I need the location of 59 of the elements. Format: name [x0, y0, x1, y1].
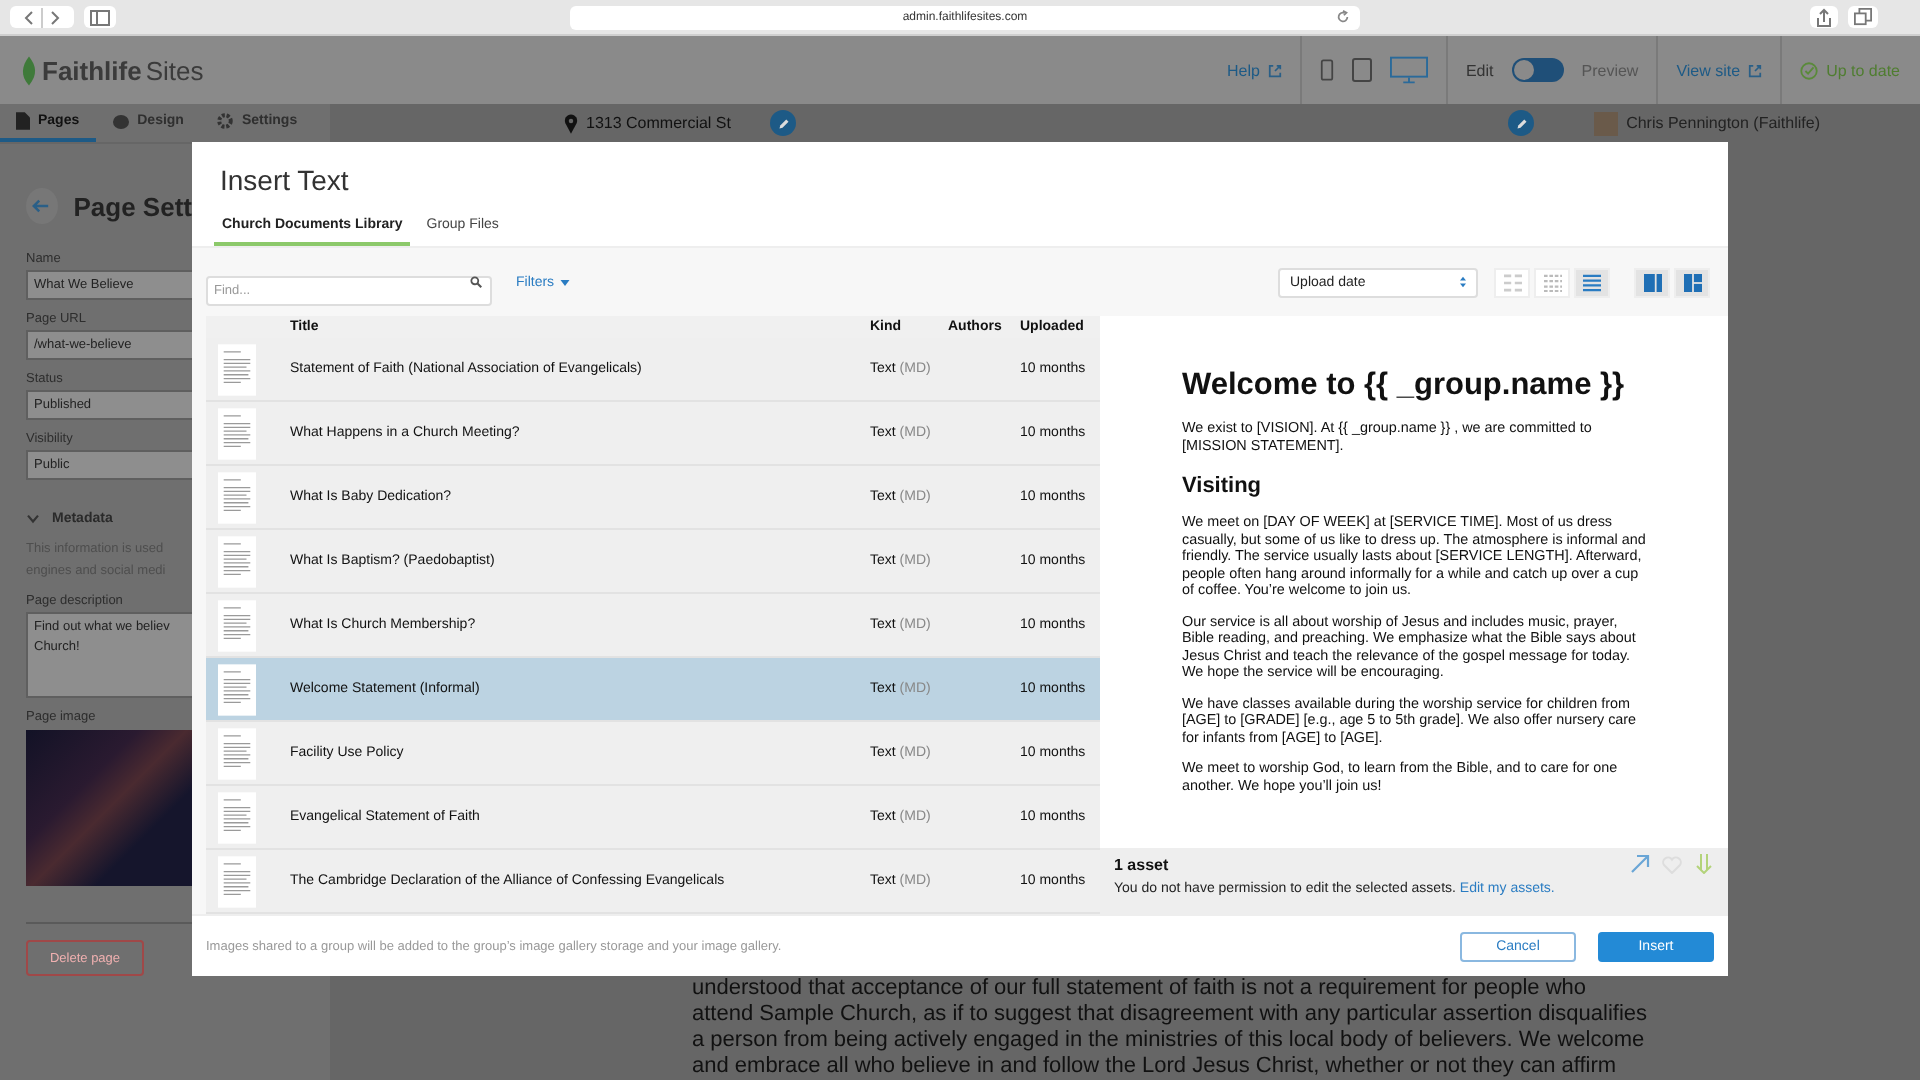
edit-pencil-button[interactable]: [1508, 110, 1535, 136]
pencil-icon: [1515, 117, 1528, 129]
dialog-title: Insert Text: [218, 162, 351, 200]
phone-view-icon[interactable]: [1319, 58, 1334, 82]
back-button[interactable]: [26, 188, 58, 224]
dense-grid-icon: [1543, 273, 1561, 291]
document-thumbnail-icon: [218, 599, 256, 651]
preview-subheading: Visiting: [1182, 474, 1264, 498]
document-thumbnail-icon: [218, 407, 256, 459]
back-forward-buttons[interactable]: [10, 6, 74, 28]
search-icon: [470, 276, 482, 288]
grid-icon: [1503, 273, 1521, 291]
grid-small-view-button[interactable]: [1534, 267, 1570, 297]
chevron-icon[interactable]: [26, 514, 40, 524]
edit-pencil-button[interactable]: [770, 110, 797, 136]
leaf-logo-icon: [20, 55, 38, 85]
grid-large-view-button[interactable]: [1494, 267, 1530, 297]
document-thumbnail-icon: [218, 343, 256, 395]
desktop-view-icon[interactable]: [1389, 56, 1428, 84]
document-thumbnail-icon: [218, 791, 256, 843]
sidebar-toggle-icon[interactable]: [84, 6, 116, 28]
document-thumbnail-icon: [218, 471, 256, 523]
avatar-placeholder: [1594, 111, 1619, 135]
external-link-icon: [1267, 63, 1282, 77]
back-arrow-icon: [32, 198, 51, 214]
list-view-button[interactable]: [1574, 267, 1610, 297]
panel-layout-icon: [1683, 273, 1701, 291]
external-link-icon: [1748, 63, 1763, 77]
asset-count: 1 asset: [1114, 855, 1169, 873]
document-thumbnail-icon: [218, 727, 256, 779]
split-pane-button[interactable]: [1674, 267, 1710, 297]
caret-icon: [560, 279, 571, 285]
logo-text: Faithlife: [42, 55, 142, 85]
body-paragraph: understood that acceptance of our full statement of faith is not a requirement for people who attend Sample Church, as if to suggest that disagreement with any particular assertion disqualifies a person from being actively engaged in the ministries of this local body of believers. We welcome and embrace all who believe in and follow the Lord Jesus Christ, whether or not they can affirm: [690, 976, 1650, 1080]
status-text: Up to date: [1826, 61, 1900, 79]
user-name: Chris Pennington (Faithlife): [1626, 114, 1820, 132]
up-down-arrows-icon: [1460, 276, 1466, 288]
page-title: Page Sett: [73, 191, 192, 221]
share-icon[interactable]: [1810, 6, 1838, 28]
check-circle-icon: [1800, 61, 1819, 79]
document-thumbnail-icon: [218, 535, 256, 587]
map-pin-icon: [564, 113, 578, 133]
tabs-icon[interactable]: [1848, 6, 1878, 28]
document-icon: [16, 112, 30, 130]
document-thumbnail-icon: [218, 663, 256, 715]
two-column-icon: [1643, 273, 1661, 291]
expand-arrow-icon[interactable]: [1630, 854, 1650, 874]
preview-pane-button[interactable]: [1634, 267, 1670, 297]
pencil-icon: [777, 117, 790, 129]
gear-icon: [215, 112, 234, 130]
list-icon: [1582, 273, 1602, 291]
logo-subtitle: Sites: [145, 55, 204, 85]
document-thumbnail-icon: [218, 855, 256, 907]
tablet-view-icon[interactable]: [1351, 58, 1372, 82]
address-text: 1313 Commercial St: [586, 114, 731, 132]
preview-heading: Welcome to {{ _group.name }}: [1182, 368, 1627, 404]
preview-toggle[interactable]: [1511, 58, 1564, 82]
reload-icon[interactable]: [1336, 10, 1350, 24]
edit-label: Edit: [1465, 61, 1494, 79]
